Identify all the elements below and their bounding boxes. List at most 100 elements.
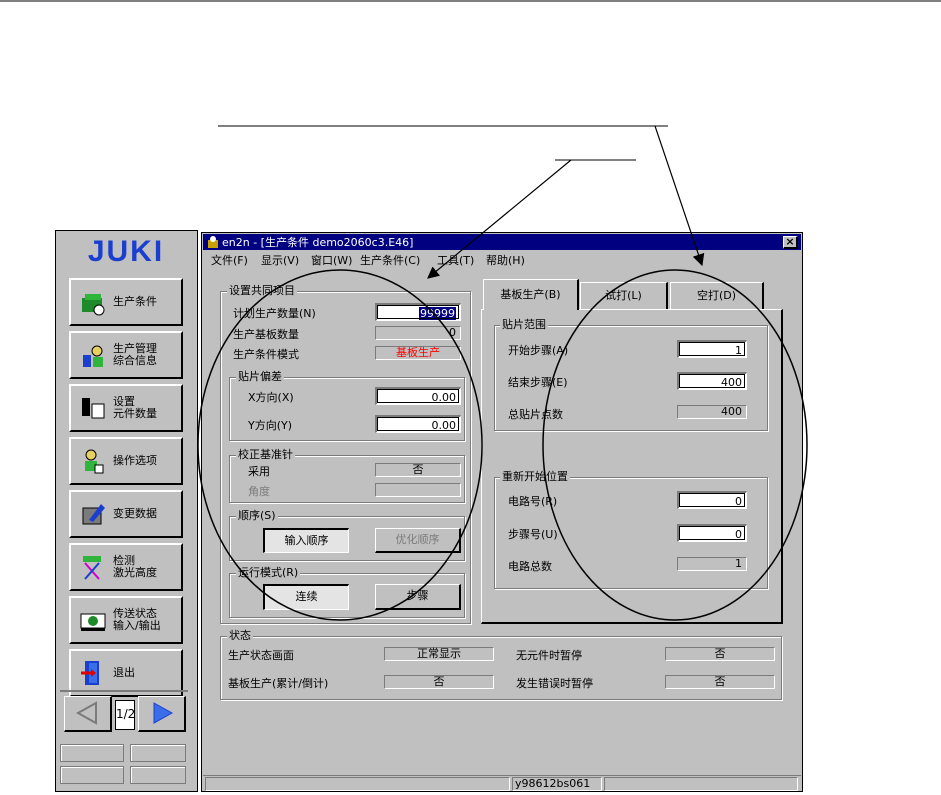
transfer-status-icon [80,613,106,631]
total-points-value: 400 [677,405,747,419]
status-board-label: 基板生产(累计/倒计) [228,677,329,690]
status-error-label: 发生错误时暂停 [516,677,593,690]
close-icon: × [785,235,795,248]
operation-options-icon [85,449,104,474]
pin-use-label: 采用 [248,465,270,478]
sidebar-slot-3 [60,766,124,784]
sidebar-slot-4 [130,766,186,784]
status-error-value: 否 [665,675,775,689]
circuit-no-input[interactable]: 0 [677,491,747,509]
plan-quantity-input[interactable]: 99999 [375,303,461,321]
offset-x-label: X方向(X) [248,391,294,404]
circuit-total-label: 电路总数 [508,560,552,573]
sidebar-button-5[interactable]: 变更数据 [69,490,183,538]
sidebar-button-1[interactable]: 生产条件 [69,278,183,326]
status-nopart-value: 否 [665,647,775,661]
menu-item-5[interactable]: 工具(T) [437,254,474,267]
start-step-input[interactable]: 1 [677,340,747,358]
run-mode-title: 运行模式(R) [236,566,301,579]
common-settings-title: 设置共同项目 [227,284,297,297]
offset-y-input[interactable]: 0.00 [375,415,461,433]
restart-title: 重新开始位置 [500,470,570,483]
window-title: en2n - [生产条件 demo2060c3.E46] [222,236,414,249]
svg-text:JUKI: JUKI [88,235,164,266]
step-no-label: 步骤号(U) [508,528,558,541]
step-no-input[interactable]: 0 [677,524,747,542]
sidebar-button-3[interactable]: 设置 元件数量 [69,384,183,432]
sidebar-slot-2 [130,744,186,762]
order-title: 顺序(S) [236,509,278,522]
plan-quantity-label: 计划生产数量(N) [233,307,316,320]
tab-3[interactable]: 空打(D) [670,282,764,309]
left-arrow-icon [75,701,97,725]
right-arrow-icon [153,702,173,724]
sidebar-button-label: 检测 激光高度 [113,554,157,579]
prev-page-button[interactable] [64,696,112,732]
tab-1[interactable]: 基板生产(B) [483,279,579,310]
sidebar-button-label: 变更数据 [113,507,157,520]
juki-logo: JUKI [62,234,190,268]
menu-item-2[interactable]: 显示(V) [261,254,299,267]
status-bar-text: y98612bs061 [512,777,602,791]
pin-angle-label: 角度 [248,485,270,498]
end-step-input[interactable]: 400 [677,372,747,390]
offset-y-label: Y方向(Y) [248,419,293,432]
status-group [220,636,782,700]
offset-title: 贴片偏差 [236,370,284,383]
status-screen-label: 生产状态画面 [228,649,294,662]
sidebar-button-2[interactable]: 生产管理 综合信息 [69,331,183,379]
sidebar-button-label: 设置 元件数量 [113,395,157,420]
end-step-label: 结束步骤(E) [508,376,568,389]
circuit-no-label: 电路号(R) [508,495,558,508]
offset-x-input[interactable]: 0.00 [375,387,461,405]
close-button[interactable]: × [783,236,798,249]
pin-use-value: 否 [375,463,461,477]
optimize-order-button[interactable]: 优化顺序 [375,528,461,553]
status-screen-value: 正常显示 [384,647,494,661]
sidebar-button-6[interactable]: 检测 激光高度 [69,543,183,591]
condition-mode-value: 基板生产 [375,346,461,360]
circuit-total-value: 1 [677,557,747,571]
pin-title: 校正基准针 [236,448,295,461]
mount-range-title: 贴片范围 [500,318,548,331]
menu-item-3[interactable]: 窗口(W) [311,254,352,267]
start-step-label: 开始步骤(A) [508,344,569,357]
exit-icon [81,661,99,685]
status-nopart-label: 无元件时暂停 [516,649,582,662]
app-icon [206,235,220,249]
next-page-button[interactable] [138,696,186,732]
sidebar-button-label: 生产条件 [113,295,157,308]
status-bar-panel [205,777,510,791]
status-bar-panel-right [604,777,798,791]
sidebar-button-label: 生产管理 综合信息 [113,342,157,367]
boards-count-label: 生产基板数量 [233,328,299,341]
sidebar-button-label: 传送状态 输入/输出 [113,607,161,632]
continuous-button[interactable]: 连续 [263,584,349,610]
page-indicator: 1/2 [115,700,135,730]
sidebar-button-4[interactable]: 操作选项 [69,437,183,485]
status-board-value: 否 [384,675,494,689]
laser-height-icon [83,556,101,580]
production-condition-icon [82,294,105,316]
sidebar-slot-1 [60,744,124,762]
change-data-icon [82,504,105,525]
component-count-icon [82,398,105,419]
total-points-label: 总贴片点数 [508,408,563,421]
plan-quantity-value: 99999 [419,307,456,320]
input-order-button[interactable]: 输入顺序 [263,528,349,553]
page-indicator-text: 1/2 [116,707,136,721]
menu-item-6[interactable]: 帮助(H) [486,254,525,267]
sidebar-button-label: 操作选项 [113,454,157,467]
production-management-icon [83,345,103,367]
boards-count-value: 0 [375,326,461,340]
logo-graphic: JUKI [88,235,164,268]
tab-2[interactable]: 试打(L) [580,282,668,309]
menu-item-4[interactable]: 生产条件(C) [360,254,420,267]
condition-mode-label: 生产条件模式 [233,348,299,361]
sidebar-button-label: 退出 [113,666,135,679]
step-button[interactable]: 步骤 [375,584,461,610]
pin-angle-value [375,483,461,497]
menu-item-1[interactable]: 文件(F) [211,254,248,267]
sidebar-button-7[interactable]: 传送状态 输入/输出 [69,596,183,644]
status-title: 状态 [227,629,253,642]
